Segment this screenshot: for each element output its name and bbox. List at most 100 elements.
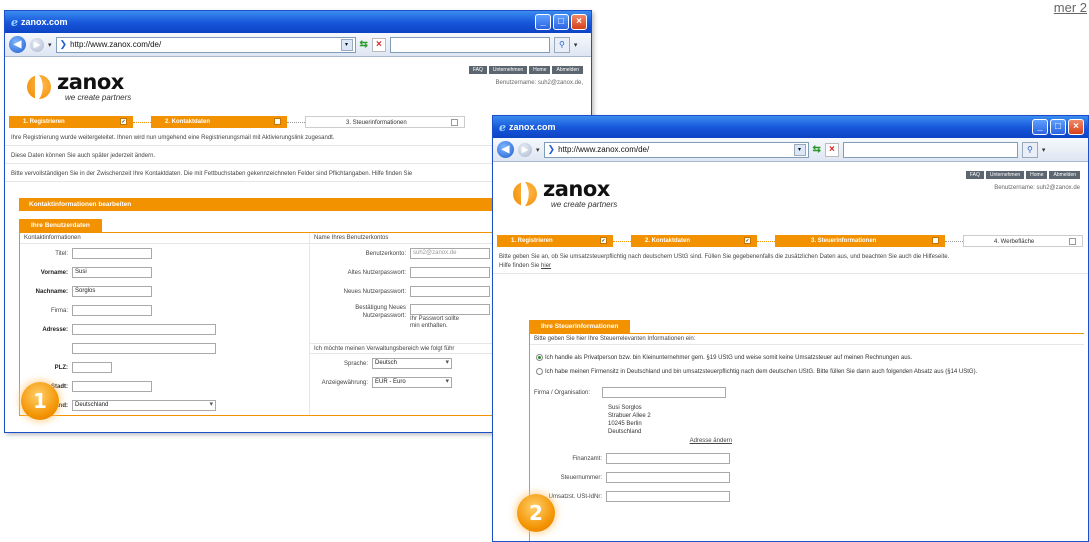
firm-input[interactable] xyxy=(602,387,726,398)
step-contact[interactable]: 2. Kontaktdaten ✓ xyxy=(631,235,757,247)
search-input[interactable] xyxy=(389,36,550,53)
top-nav-faq[interactable]: FAQ xyxy=(965,171,984,179)
search-icon[interactable]: ⚲ xyxy=(1021,141,1038,158)
radio-empty-icon[interactable] xyxy=(536,368,543,375)
field-label: Firma: xyxy=(51,307,68,314)
section-heading: Kontaktinformationen xyxy=(20,233,309,244)
search-input[interactable] xyxy=(842,141,1018,158)
forward-button[interactable]: ▶ xyxy=(518,142,532,157)
radio-company[interactable]: Ich habe meinen Firmensitz in Deutschlan… xyxy=(530,365,1084,379)
corner-text[interactable]: mer 2 xyxy=(999,0,1089,15)
logo-tagline: we create partners xyxy=(65,93,132,102)
field-label: Titel: xyxy=(55,250,68,257)
maximize-button[interactable]: □ xyxy=(1050,119,1066,135)
tax-office-input[interactable] xyxy=(606,453,730,464)
firstname-input[interactable]: Susi xyxy=(72,267,152,278)
forward-button[interactable]: ▶ xyxy=(30,37,44,52)
top-nav-logout[interactable]: Abmelden xyxy=(1049,171,1080,179)
tax-number-input[interactable] xyxy=(606,472,730,483)
zanox-logo[interactable]: zanox we create partners xyxy=(27,72,131,102)
page-icon: ❯ xyxy=(59,39,68,49)
field-tax-office: Finanzamt: xyxy=(530,449,1084,468)
zanox-logo-mark xyxy=(513,182,537,206)
zanox-logo[interactable]: zanox we create partners xyxy=(513,179,617,209)
top-nav-company[interactable]: Unternehmen xyxy=(488,66,528,74)
field-city: Stadt: xyxy=(20,377,309,396)
confirm-password-input[interactable] xyxy=(410,304,490,315)
lastname-input[interactable]: Sorglos xyxy=(72,286,152,297)
currency-select[interactable]: EUR - Euro xyxy=(372,377,452,388)
address-input[interactable] xyxy=(72,324,216,335)
radio-selected-icon[interactable] xyxy=(536,354,543,361)
company-input[interactable] xyxy=(72,305,152,316)
step-register[interactable]: 1. Registrieren ✓ xyxy=(9,116,133,128)
step-label: 1. Registrieren xyxy=(511,238,553,244)
language-select[interactable]: Deutsch xyxy=(372,358,452,369)
radio-private[interactable]: Ich handle als Privatperson bzw. bin Kle… xyxy=(530,351,1084,365)
tab-tax-info[interactable]: Ihre Steuerinformationen xyxy=(529,320,631,333)
field-label: Finanzamt: xyxy=(572,455,602,462)
title-input[interactable] xyxy=(72,248,152,259)
address-line: Strabuer Allee 2 xyxy=(608,413,651,419)
minimize-button[interactable]: _ xyxy=(1032,119,1048,135)
step-label: 3. Steuerinformationen xyxy=(346,120,407,126)
top-nav-faq[interactable]: FAQ xyxy=(468,66,487,74)
step-badge-2: 2 xyxy=(517,494,555,532)
progress-steps: 1. Registrieren ✓ 2. Kontaktdaten ✓ 3. S… xyxy=(497,235,1084,247)
top-nav-home[interactable]: Home xyxy=(529,66,551,74)
close-button[interactable]: × xyxy=(1068,119,1084,135)
username-line: Benutzername: suh2@zanox.de xyxy=(994,185,1080,191)
search-dropdown-icon[interactable]: ▾ xyxy=(1042,146,1046,154)
search-dropdown-icon[interactable]: ▾ xyxy=(574,41,578,49)
change-address-link[interactable]: Adresse ändern xyxy=(608,437,732,445)
old-password-input[interactable] xyxy=(410,267,490,278)
back-button[interactable]: ◀ xyxy=(497,141,514,158)
top-nav-home[interactable]: Home xyxy=(1026,171,1048,179)
check-icon: ✓ xyxy=(744,237,751,244)
history-dropdown-icon[interactable]: ▾ xyxy=(48,41,52,49)
window-titlebar[interactable]: e zanox.com _ □ × xyxy=(493,116,1088,138)
address-bar[interactable]: ❯ http://www.zanox.com/de/ ▾ xyxy=(543,141,809,158)
info-message: Bitte geben Sie an, ob Sie umsatzsteuerp… xyxy=(499,254,950,260)
step-ad-space[interactable]: 4. Werbefläche xyxy=(963,235,1083,247)
address-bar[interactable]: ❯ http://www.zanox.com/de/ ▾ xyxy=(55,36,356,53)
stop-icon[interactable]: × xyxy=(371,37,386,52)
zanox-logo-mark xyxy=(27,75,51,99)
close-button[interactable]: × xyxy=(571,14,587,30)
account-input[interactable]: suh2@zanox.de xyxy=(410,248,490,259)
address-block: Susi Sorglos Strabuer Allee 2 10245 Berl… xyxy=(608,404,1084,445)
vat-id-input[interactable] xyxy=(606,491,730,502)
top-nav: FAQ Unternehmen Home Abmelden xyxy=(965,171,1080,179)
step-arrow-icon xyxy=(287,117,307,126)
field-lastname: Nachname: Sorglos xyxy=(20,282,309,301)
history-dropdown-icon[interactable]: ▾ xyxy=(536,146,540,154)
step-contact[interactable]: 2. Kontaktdaten xyxy=(151,116,287,128)
address-line2-input[interactable] xyxy=(72,343,216,354)
refresh-icon[interactable]: ⇆ xyxy=(360,39,368,50)
top-nav-logout[interactable]: Abmelden xyxy=(552,66,583,74)
step-tax[interactable]: 3. Steuerinformationen xyxy=(775,235,945,247)
back-button[interactable]: ◀ xyxy=(9,36,26,53)
refresh-icon[interactable]: ⇆ xyxy=(813,144,821,155)
help-link[interactable]: hier xyxy=(541,263,551,269)
country-select[interactable]: Deutschland xyxy=(72,400,216,411)
ie-icon: e xyxy=(499,120,506,134)
step-register[interactable]: 1. Registrieren ✓ xyxy=(497,235,613,247)
top-nav-company[interactable]: Unternehmen xyxy=(985,171,1025,179)
step-label: 4. Werbefläche xyxy=(994,239,1035,245)
url-dropdown-icon[interactable]: ▾ xyxy=(340,38,353,51)
stop-icon[interactable]: × xyxy=(824,142,839,157)
maximize-button[interactable]: □ xyxy=(553,14,569,30)
tax-panel: Ihre Steuerinformationen Bitte geben Sie… xyxy=(529,320,1084,541)
search-icon[interactable]: ⚲ xyxy=(553,36,570,53)
url-dropdown-icon[interactable]: ▾ xyxy=(793,143,806,156)
step-label: 2. Kontaktdaten xyxy=(645,238,691,244)
step-tax[interactable]: 3. Steuerinformationen xyxy=(305,116,465,128)
zip-input[interactable] xyxy=(72,362,112,373)
step-arrow-icon xyxy=(133,117,153,126)
window-titlebar[interactable]: e zanox.com _ □ × xyxy=(5,11,591,33)
tab-user-data[interactable]: Ihre Benutzerdaten xyxy=(19,219,102,232)
city-input[interactable] xyxy=(72,381,152,392)
minimize-button[interactable]: _ xyxy=(535,14,551,30)
new-password-input[interactable] xyxy=(410,286,490,297)
